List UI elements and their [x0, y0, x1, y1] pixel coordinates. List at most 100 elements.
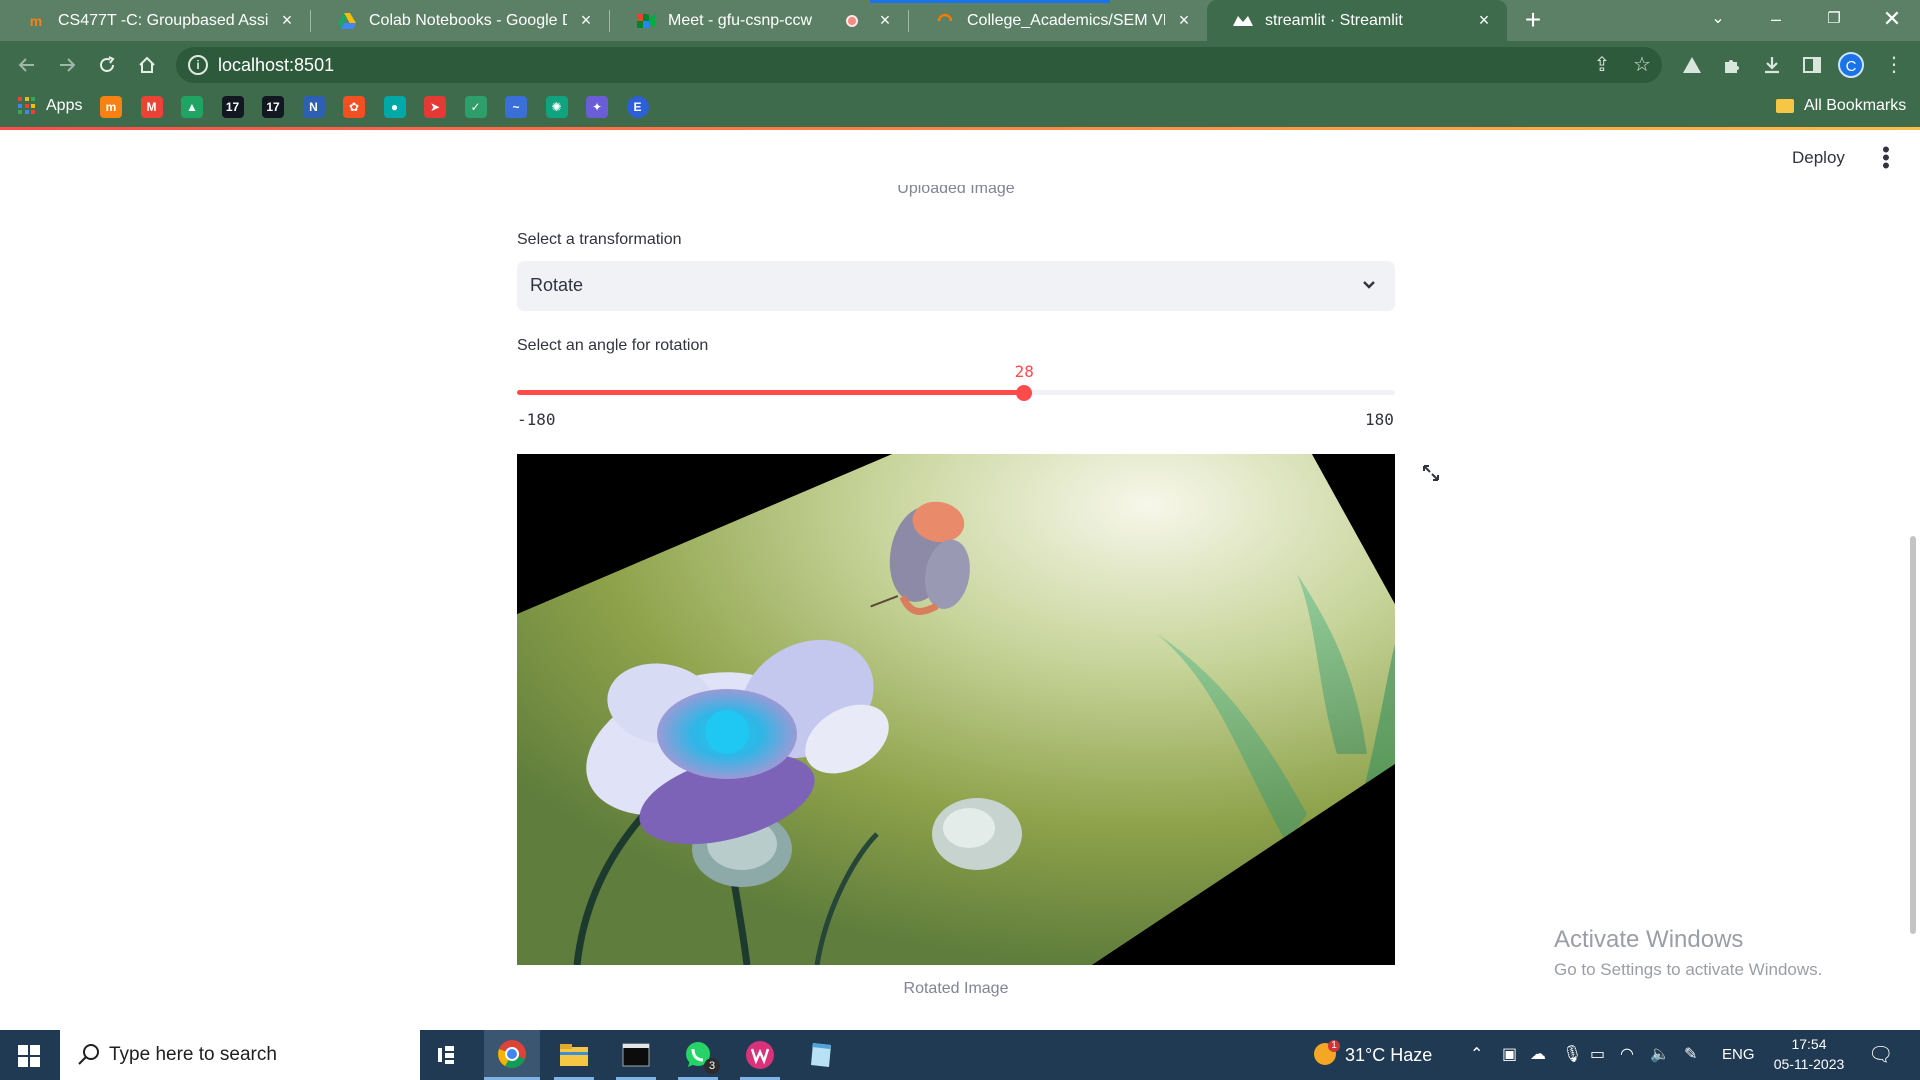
tab-moodle-assignment[interactable]: m CS477T -C: Groupbased Assignm × — [0, 0, 310, 41]
notifications-icon[interactable]: 🗨 — [1868, 1030, 1893, 1080]
taskbar-wps[interactable] — [732, 1030, 788, 1080]
e-bookmark-icon[interactable]: E — [626, 96, 649, 118]
taskbar-file-explorer[interactable] — [546, 1030, 602, 1080]
rotated-image — [517, 454, 1395, 965]
url-text[interactable]: localhost:8501 — [218, 55, 334, 76]
battery-icon[interactable]: ▭ — [1590, 1030, 1605, 1080]
all-bookmarks-label: All Bookmarks — [1804, 97, 1907, 114]
taskbar-terminal[interactable] — [608, 1030, 664, 1080]
microphone-icon[interactable]: 🎙 — [1562, 1030, 1582, 1080]
tab-search-icon[interactable]: ⌄ — [1690, 0, 1746, 41]
minimize-button[interactable]: – — [1748, 0, 1804, 41]
extensions-puzzle-icon[interactable] — [1716, 49, 1748, 81]
chevron-down-icon — [1363, 281, 1375, 289]
transformation-select[interactable]: Rotate — [517, 261, 1395, 311]
reload-button[interactable] — [91, 49, 123, 81]
bookmarks-bar: Apps m M ▲ 17 17 N ✿ ● ➤ ✓ ~ ✺ ✦ E All Bookmarks — [0, 89, 1920, 127]
meet-now-icon[interactable]: ▣ — [1502, 1030, 1517, 1080]
messenger-bookmark-icon[interactable]: ~ — [505, 96, 527, 118]
restore-button[interactable]: ❐ — [1806, 0, 1862, 41]
task-view-button[interactable] — [420, 1030, 476, 1080]
all-bookmarks-folder[interactable]: All Bookmarks — [1776, 97, 1906, 115]
slider-max-label: 180 — [1365, 410, 1394, 429]
wifi-icon[interactable]: ◠ — [1620, 1030, 1634, 1080]
volume-icon[interactable]: 🔈 — [1650, 1030, 1670, 1080]
app-bookmark-icon-teal[interactable]: ● — [383, 96, 406, 118]
taskbar-whatsapp[interactable]: 3 — [670, 1030, 726, 1080]
tab-colab-notebooks[interactable]: Colab Notebooks - Google Drive × — [311, 0, 609, 41]
forward-button[interactable] — [51, 49, 83, 81]
tab-google-meet[interactable]: Meet - gfu-csnp-ccw × — [610, 0, 908, 41]
gemini-bookmark-icon[interactable]: ✦ — [586, 96, 608, 118]
streamlit-app: Deploy • • • Uploaded Image Select a trans… — [0, 130, 1920, 1030]
notepad-icon — [811, 1043, 831, 1067]
taskbar-search-box[interactable]: Type here to search — [60, 1030, 420, 1080]
rotated-image-caption: Rotated Image — [903, 980, 1009, 997]
taskbar-chrome[interactable] — [484, 1030, 540, 1080]
apps-shortcut[interactable]: Apps — [18, 97, 82, 115]
app-bookmark-icon-orange[interactable]: ✿ — [343, 96, 365, 118]
rotation-slider-track[interactable] — [517, 385, 1395, 401]
browser-menu-icon[interactable]: ⋮ — [1878, 49, 1910, 81]
page-scrollbar[interactable] — [1910, 536, 1916, 934]
onedrive-icon[interactable]: ☁ — [1530, 1030, 1546, 1080]
show-hidden-icons-button[interactable]: ⌃ — [1470, 1030, 1483, 1080]
apps-label: Apps — [46, 97, 83, 114]
check-bookmark-icon[interactable]: ✓ — [464, 96, 487, 118]
main-menu-icon[interactable]: • • • — [1882, 139, 1890, 177]
address-bar[interactable]: i localhost:8501 ⇪ ☆ — [176, 47, 1662, 83]
gmail-bookmark-icon[interactable]: M — [140, 96, 163, 118]
back-button[interactable] — [11, 49, 43, 81]
new-tab-button[interactable]: + — [1519, 4, 1547, 36]
share-icon[interactable]: ⇪ — [1590, 53, 1614, 77]
close-window-button[interactable]: ✕ — [1864, 0, 1920, 41]
tab-streamlit[interactable]: streamlit · Streamlit × — [1207, 0, 1507, 41]
taskbar-search-placeholder: Type here to search — [109, 1044, 277, 1065]
close-icon[interactable]: × — [1475, 10, 1493, 31]
weather-alert-badge: 1 — [1328, 1040, 1340, 1052]
weather-widget[interactable]: 1 31°C Haze — [1314, 1030, 1432, 1080]
loading-icon — [935, 11, 955, 31]
windows-start-icon[interactable] — [18, 1045, 40, 1067]
transformation-label: Select a transformation — [517, 231, 682, 248]
tradingview-bookmark-icon-2[interactable]: 17 — [262, 96, 284, 118]
moodle-icon: m — [29, 12, 43, 29]
language-indicator[interactable]: ENG — [1722, 1030, 1755, 1080]
activate-windows-title: Activate Windows — [1554, 926, 1744, 953]
side-panel-icon[interactable] — [1796, 49, 1828, 81]
chatgpt-bookmark-icon[interactable]: ✺ — [545, 96, 568, 118]
deploy-button[interactable]: Deploy — [1792, 148, 1845, 168]
app-bookmark-icon-red[interactable]: ➤ — [424, 96, 446, 118]
clock-date: 05-11-2023 — [1773, 1056, 1845, 1072]
terminal-icon — [622, 1043, 650, 1067]
site-info-icon[interactable]: i — [188, 55, 208, 75]
drive-bookmark-icon[interactable]: ▲ — [181, 96, 203, 118]
close-icon[interactable]: × — [876, 10, 894, 31]
folder-icon — [1776, 99, 1794, 113]
activate-windows-subtitle: Go to Settings to activate Windows. — [1554, 960, 1823, 979]
tradingview-bookmark-icon[interactable]: 17 — [221, 96, 244, 118]
taskbar-clock[interactable]: 17:54 05-11-2023 — [1766, 1034, 1852, 1074]
rotation-angle-label: Select an angle for rotation — [517, 337, 709, 354]
home-button[interactable] — [131, 49, 163, 81]
task-view-icon — [438, 1046, 454, 1064]
downloads-icon[interactable] — [1756, 49, 1788, 81]
notion-bookmark-icon[interactable]: N — [302, 96, 325, 118]
tab-title: College_Academics/SEM VII/Op — [967, 11, 1165, 29]
moodle-bookmark-icon[interactable]: m — [100, 96, 122, 118]
apps-grid-icon — [18, 97, 36, 115]
close-icon[interactable]: × — [278, 10, 296, 31]
profile-avatar[interactable]: C — [1838, 52, 1864, 78]
google-meet-icon — [636, 11, 656, 31]
pen-icon[interactable]: ✎ — [1684, 1030, 1697, 1080]
tab-college-academics[interactable]: College_Academics/SEM VII/Op × — [909, 0, 1207, 41]
tab-title: CS477T -C: Groupbased Assignm — [58, 11, 268, 29]
close-icon[interactable]: × — [577, 10, 595, 31]
fullscreen-expand-icon[interactable] — [1420, 462, 1442, 484]
slider-current-value: 28 — [1014, 362, 1034, 381]
taskbar-notepad[interactable] — [794, 1030, 850, 1080]
extension-triangle-icon[interactable] — [1676, 49, 1708, 81]
bookmark-star-icon[interactable]: ☆ — [1630, 53, 1654, 77]
rotation-slider-thumb[interactable] — [1016, 385, 1033, 401]
close-icon[interactable]: × — [1175, 10, 1193, 31]
